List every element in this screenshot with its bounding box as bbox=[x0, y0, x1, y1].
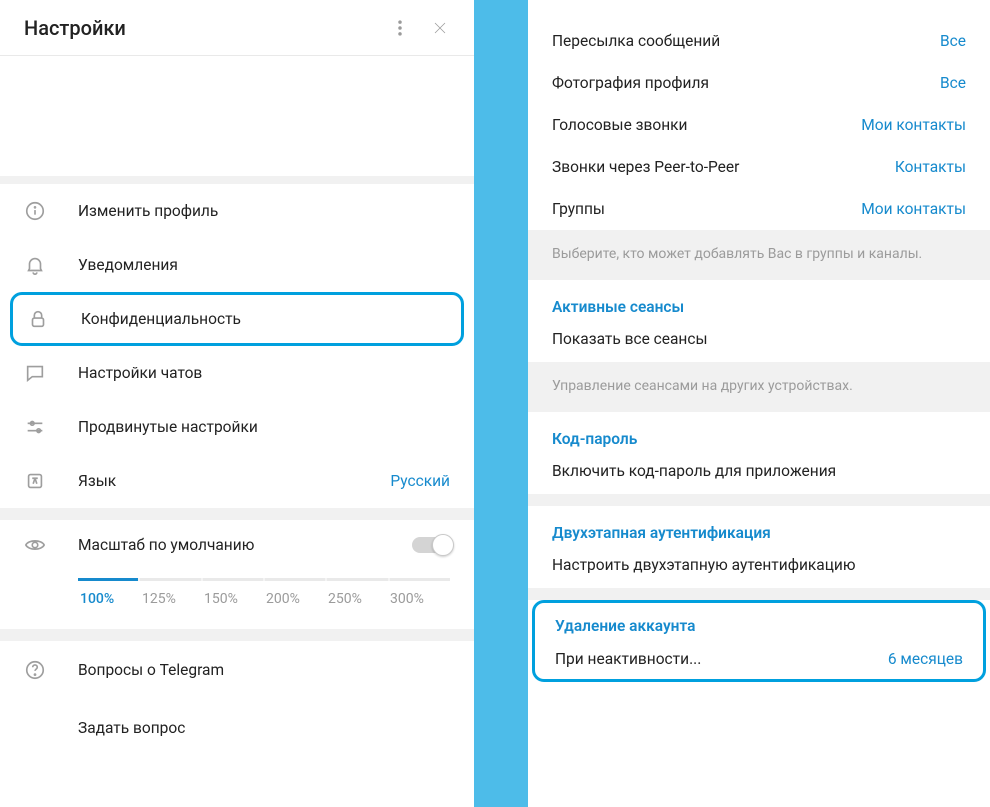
row-p2p-calls[interactable]: Звонки через Peer-to-Peer Контакты bbox=[528, 146, 990, 188]
row-delete-inactivity[interactable]: При неактивности... 6 месяцев bbox=[535, 639, 983, 679]
highlight-privacy: Конфиденциальность bbox=[10, 292, 464, 346]
row-value: Мои контакты bbox=[861, 200, 966, 218]
menu-ask[interactable]: Задать вопрос bbox=[0, 699, 474, 757]
section-twostep-title: Двухэтапная аутентификация bbox=[528, 506, 990, 546]
menu-chat-settings[interactable]: Настройки чатов bbox=[0, 346, 474, 400]
settings-topbar: Настройки bbox=[0, 0, 474, 56]
menu-language[interactable]: Язык Русский bbox=[0, 454, 474, 508]
divider bbox=[0, 508, 474, 520]
language-icon bbox=[24, 470, 46, 492]
privacy-panel: Пересылка сообщений Все Фотография профи… bbox=[528, 0, 990, 807]
row-label: Фотография профиля bbox=[552, 74, 940, 92]
eye-icon bbox=[24, 534, 46, 556]
section-delete-title: Удаление аккаунта bbox=[535, 603, 983, 639]
menu-label: Вопросы о Telegram bbox=[78, 661, 450, 679]
divider bbox=[0, 629, 474, 641]
item-setup-twostep[interactable]: Настроить двухэтапную аутентификацию bbox=[528, 546, 990, 588]
help-section: Вопросы о Telegram Задать вопрос bbox=[0, 641, 474, 757]
row-value: Все bbox=[940, 32, 966, 50]
menu-label: Язык bbox=[78, 472, 390, 490]
scale-opt[interactable]: 125% bbox=[140, 591, 202, 607]
row-value: Контакты bbox=[895, 158, 966, 176]
bell-icon bbox=[24, 254, 46, 276]
page-title: Настройки bbox=[24, 16, 380, 40]
row-label: Пересылка сообщений bbox=[552, 32, 940, 50]
chat-icon bbox=[24, 362, 46, 384]
highlight-delete-account: Удаление аккаунта При неактивности... 6 … bbox=[532, 600, 986, 682]
section-passcode-title: Код-пароль bbox=[528, 412, 990, 452]
scale-opt[interactable]: 200% bbox=[264, 591, 326, 607]
divider bbox=[528, 588, 990, 600]
menu-label: Продвинутые настройки bbox=[78, 418, 450, 436]
row-groups[interactable]: Группы Мои контакты bbox=[528, 188, 990, 230]
row-value: Все bbox=[940, 74, 966, 92]
more-vert-icon bbox=[390, 18, 410, 38]
scale-options: 100% 125% 150% 200% 250% 300% bbox=[78, 591, 450, 607]
hint-sessions: Управление сеансами на других устройства… bbox=[528, 362, 990, 412]
row-voice-calls[interactable]: Голосовые звонки Мои контакты bbox=[528, 104, 990, 146]
hint-groups: Выберите, кто может добавлять Вас в груп… bbox=[528, 230, 990, 280]
row-value: Мои контакты bbox=[861, 116, 966, 134]
profile-spacer bbox=[0, 56, 474, 184]
settings-panel: Настройки Изменить профиль Уведомления К… bbox=[0, 0, 474, 807]
more-menu-button[interactable] bbox=[380, 8, 420, 48]
close-button[interactable] bbox=[420, 8, 460, 48]
scale-opt[interactable]: 300% bbox=[388, 591, 450, 607]
scale-slider[interactable] bbox=[78, 578, 450, 581]
close-icon bbox=[430, 18, 450, 38]
menu-faq[interactable]: Вопросы о Telegram bbox=[0, 641, 474, 699]
menu-notifications[interactable]: Уведомления bbox=[0, 238, 474, 292]
menu-advanced[interactable]: Продвинутые настройки bbox=[0, 400, 474, 454]
row-label: Группы bbox=[552, 200, 861, 218]
scale-toggle[interactable] bbox=[412, 537, 450, 553]
scale-section: Масштаб по умолчанию 100% 125% 150% 200%… bbox=[0, 520, 474, 629]
row-forwarding[interactable]: Пересылка сообщений Все bbox=[528, 20, 990, 62]
menu-privacy[interactable]: Конфиденциальность bbox=[27, 295, 447, 343]
info-icon bbox=[24, 200, 46, 222]
item-show-sessions[interactable]: Показать все сеансы bbox=[528, 320, 990, 362]
row-label: Звонки через Peer-to-Peer bbox=[552, 158, 895, 176]
section-sessions-title: Активные сеансы bbox=[528, 280, 990, 320]
row-profile-photo[interactable]: Фотография профиля Все bbox=[528, 62, 990, 104]
menu-label: Настройки чатов bbox=[78, 364, 450, 382]
language-value: Русский bbox=[390, 472, 450, 490]
lock-icon bbox=[27, 308, 49, 330]
row-value: 6 месяцев bbox=[888, 650, 963, 668]
row-label: При неактивности... bbox=[555, 650, 888, 668]
row-label: Голосовые звонки bbox=[552, 116, 861, 134]
scale-label: Масштаб по умолчанию bbox=[78, 536, 412, 554]
menu-edit-profile[interactable]: Изменить профиль bbox=[0, 184, 474, 238]
menu-label: Уведомления bbox=[78, 256, 450, 274]
sliders-icon bbox=[24, 416, 46, 438]
question-icon bbox=[24, 659, 46, 681]
scale-opt[interactable]: 150% bbox=[202, 591, 264, 607]
scale-opt[interactable]: 100% bbox=[78, 591, 140, 607]
item-enable-passcode[interactable]: Включить код-пароль для приложения bbox=[528, 452, 990, 494]
menu-label: Конфиденциальность bbox=[81, 310, 447, 328]
menu-label: Изменить профиль bbox=[78, 202, 450, 220]
scale-opt[interactable]: 250% bbox=[326, 591, 388, 607]
divider bbox=[528, 494, 990, 506]
menu-label: Задать вопрос bbox=[78, 719, 450, 737]
